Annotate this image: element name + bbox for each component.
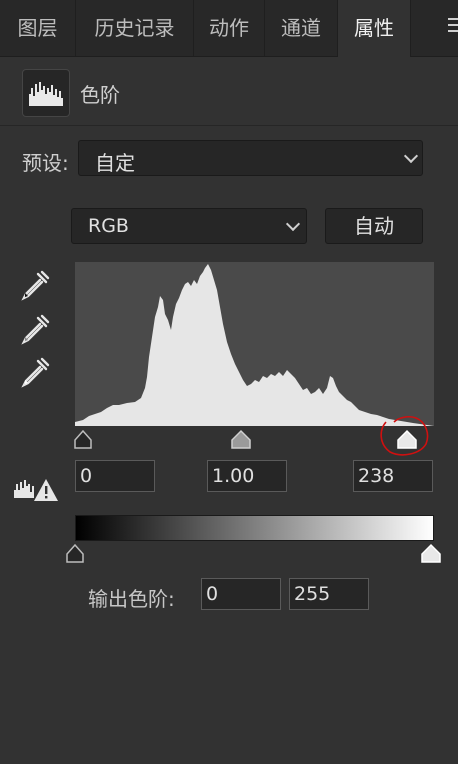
tab-label: 通道 <box>281 16 321 40</box>
tab-history[interactable]: 历史记录 <box>76 0 194 56</box>
auto-button[interactable]: 自动 <box>325 208 423 244</box>
adjustment-title: 色阶 <box>80 83 120 107</box>
output-white-field[interactable]: 255 <box>289 578 369 610</box>
output-black-field[interactable]: 0 <box>201 578 281 610</box>
white-point-eyedropper-icon[interactable] <box>18 355 52 389</box>
input-white-field[interactable]: 238 <box>353 460 433 492</box>
clipping-warning-icon[interactable] <box>12 476 60 504</box>
black-point-eyedropper-icon[interactable] <box>18 268 52 302</box>
output-white-handle[interactable] <box>421 543 441 563</box>
panel-tab-bar: 图层 历史记录 动作 通道 属性 <box>0 0 458 57</box>
panel-menu-icon[interactable] <box>448 18 458 38</box>
gray-point-eyedropper-icon[interactable] <box>18 312 52 346</box>
preset-dropdown[interactable]: 自定 <box>78 140 423 176</box>
preset-value: 自定 <box>95 151 135 175</box>
tab-properties[interactable]: 属性 <box>338 0 411 57</box>
annotation-circle <box>380 415 429 456</box>
input-gamma-field[interactable]: 1.00 <box>207 460 287 492</box>
chevron-down-icon <box>285 216 301 232</box>
output-black-handle[interactable] <box>66 543 84 563</box>
levels-histogram-icon <box>22 69 70 117</box>
tab-layers[interactable]: 图层 <box>0 0 76 56</box>
output-gradient-bar <box>75 515 434 541</box>
tab-channels[interactable]: 通道 <box>265 0 338 56</box>
histogram <box>75 262 434 426</box>
tab-label: 动作 <box>209 16 249 40</box>
tab-label: 属性 <box>354 16 394 40</box>
channel-value: RGB <box>88 215 129 237</box>
chevron-down-icon <box>403 148 419 164</box>
tab-label: 图层 <box>17 16 58 40</box>
input-black-field[interactable]: 0 <box>75 460 155 492</box>
output-levels-slider[interactable] <box>64 541 446 565</box>
tab-actions[interactable]: 动作 <box>194 0 265 56</box>
adjustment-header: 色阶 <box>0 57 458 126</box>
black-point-handle[interactable] <box>74 429 92 449</box>
output-levels-label: 输出色阶: <box>88 587 175 611</box>
gamma-handle[interactable] <box>231 429 251 449</box>
channel-dropdown[interactable]: RGB <box>71 208 307 244</box>
preset-label: 预设: <box>22 151 69 175</box>
tab-label: 历史记录 <box>94 16 175 40</box>
